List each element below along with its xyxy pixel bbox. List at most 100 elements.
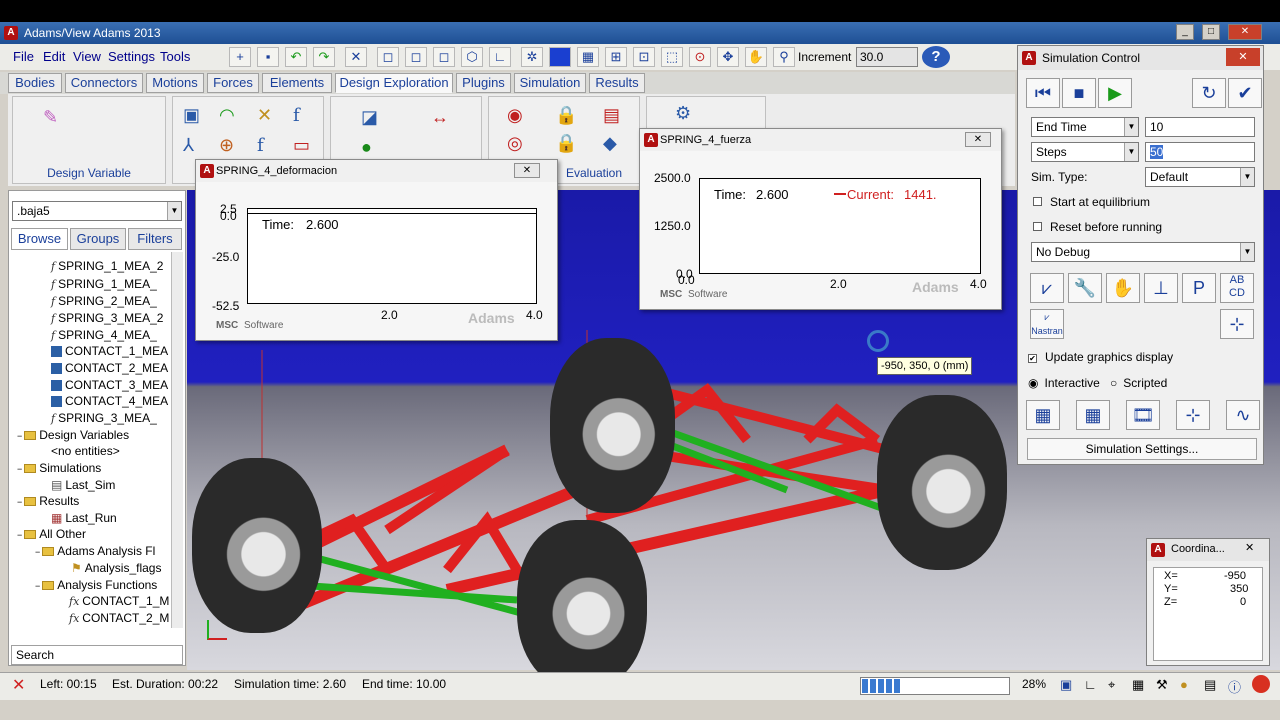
animation-icon[interactable]: 🎞 [1126, 400, 1160, 430]
axis-icon[interactable]: ∟ [489, 47, 511, 67]
help-icon[interactable]: ? [922, 46, 950, 68]
undo-icon[interactable]: ↶ [285, 47, 307, 67]
menu-file[interactable]: File [13, 49, 34, 64]
abcd-icon[interactable]: AB CD [1220, 273, 1254, 303]
view-top-icon[interactable]: ◻ [405, 47, 427, 67]
tree-item[interactable]: fx CONTACT_1_M [69, 593, 169, 610]
plot-window-deformacion[interactable]: SPRING_4_deformacion A ✕ Time: 2.600 2.5… [195, 159, 558, 341]
reset-simulation-icon[interactable]: ⏮ [1026, 78, 1060, 108]
reset-before-running-checkbox[interactable]: Reset before running [1033, 220, 1162, 234]
tree-item[interactable]: CONTACT_4_MEA [51, 393, 168, 410]
distance-icon[interactable]: ↔ [431, 107, 449, 128]
tab-forces[interactable]: Forces [207, 73, 259, 93]
checkmark-icon[interactable]: ✔ [1228, 78, 1262, 108]
status-dot-icon[interactable]: ● [361, 137, 372, 158]
wrench-icon[interactable]: 🔧 [1068, 273, 1102, 303]
update-graphics-checkbox[interactable]: ✔ Update graphics display [1028, 350, 1173, 364]
maximize-button[interactable]: □ [1202, 24, 1220, 40]
interactive-radio[interactable]: ◉ Interactive [1028, 376, 1100, 390]
start-equilibrium-checkbox[interactable]: Start at equilibrium [1033, 195, 1150, 209]
compass-icon[interactable]: ⅄ [183, 135, 194, 156]
load-results-icon[interactable]: ▦ [1076, 400, 1110, 430]
replay-icon[interactable]: ↻ [1192, 78, 1226, 108]
steps-input[interactable]: 50 [1145, 142, 1255, 162]
status-icon-hammer[interactable]: ⚒ [1156, 677, 1168, 693]
status-icon-info[interactable]: ▤ [1204, 677, 1216, 693]
select-icon[interactable]: ✕ [345, 47, 367, 67]
stop-circle-icon[interactable] [1252, 675, 1270, 693]
info-icon[interactable]: ⓘ [1228, 677, 1241, 696]
tab-results[interactable]: Results [589, 73, 645, 93]
tab-bodies[interactable]: Bodies [8, 73, 62, 93]
target-run-icon[interactable]: ◎ [507, 133, 523, 154]
tree-scrollbar[interactable] [171, 252, 183, 628]
search-input[interactable]: Search [11, 645, 183, 665]
range-icon[interactable]: ⊕ [219, 135, 234, 156]
plot-icon[interactable]: ⊹ [1176, 400, 1210, 430]
zoom-box-icon[interactable]: ⊡ [633, 47, 655, 67]
zoom-area-icon[interactable]: ⬚ [661, 47, 683, 67]
end-time-input[interactable]: 10 [1145, 117, 1255, 137]
view-iso-icon[interactable]: ⬡ [461, 47, 483, 67]
measure-graph-icon[interactable]: ⊥ [1144, 273, 1178, 303]
menu-edit[interactable]: Edit [43, 49, 65, 64]
stop-x-icon[interactable]: ✕ [12, 675, 25, 695]
close-icon[interactable]: ✕ [965, 132, 991, 147]
close-icon[interactable]: ✕ [1226, 48, 1260, 66]
sensor-icon[interactable]: ⊹ [1220, 309, 1254, 339]
redo-icon[interactable]: ↷ [313, 47, 335, 67]
zoom-icon[interactable]: ⚲ [773, 47, 795, 67]
function-n-icon[interactable]: f [257, 135, 264, 156]
tree-item[interactable]: f SPRING_1_MEA_ [51, 276, 157, 293]
tree-folder[interactable]: − All Other [17, 526, 86, 543]
lock-icon[interactable]: 🔒 [555, 105, 577, 126]
cube-icon[interactable]: ◆ [603, 133, 617, 154]
tab-filters[interactable]: Filters [128, 228, 182, 250]
minimize-button[interactable]: _ [1176, 24, 1194, 40]
gear-icon[interactable]: ⚙ [675, 103, 691, 124]
save-results-icon[interactable]: ▦ [1026, 400, 1060, 430]
chart-icon[interactable]: ◪ [361, 107, 378, 128]
pan-icon[interactable]: ✋ [745, 47, 767, 67]
render-icon[interactable]: ✲ [521, 47, 543, 67]
stop-icon[interactable]: ■ [1062, 78, 1096, 108]
tree-folder[interactable]: − Analysis Functions [35, 577, 157, 594]
design-variable-icon[interactable]: ✎ [43, 107, 58, 128]
tree-item[interactable]: f SPRING_3_MEA_2 [51, 310, 163, 327]
chart-curve-icon[interactable]: ∿ [1226, 400, 1260, 430]
tree-item[interactable]: f SPRING_2_MEA_ [51, 293, 157, 310]
tab-browse[interactable]: Browse [11, 228, 68, 250]
tree-item[interactable]: ▦ Last_Run [51, 510, 117, 527]
signal-icon[interactable]: ▭ [293, 135, 310, 156]
tree-item[interactable]: fx CONTACT_2_M [69, 610, 169, 627]
tab-groups[interactable]: Groups [70, 228, 126, 250]
tree-item[interactable]: f SPRING_1_MEA_2 [51, 258, 163, 275]
tree-item[interactable]: CONTACT_3_MEA [51, 377, 168, 394]
close-icon[interactable]: ✕ [1245, 541, 1254, 554]
plot-p-icon[interactable]: P [1182, 273, 1216, 303]
tree-item[interactable]: f SPRING_4_MEA_ [51, 327, 157, 344]
end-mode-select[interactable]: End Time ▼ [1031, 117, 1139, 137]
point-measure-icon[interactable]: ✕ [257, 105, 272, 126]
model-verify-icon[interactable]: ⩗ [1030, 273, 1064, 303]
tree-item[interactable]: f SPRING_3_MEA_ [51, 410, 157, 427]
play-icon[interactable]: ▶ [1098, 78, 1132, 108]
increment-input[interactable]: 30.0 [856, 47, 918, 67]
tree-item[interactable]: CONTACT_1_MEA [51, 343, 168, 360]
tab-simulation[interactable]: Simulation [514, 73, 586, 93]
status-icon-measure[interactable]: ⌖ [1108, 677, 1115, 693]
menu-tools[interactable]: Tools [160, 49, 190, 64]
grid-icon[interactable]: ▦ [577, 47, 599, 67]
tab-elements[interactable]: Elements [262, 73, 332, 93]
tree-item[interactable]: ⚑ Analysis_flags [71, 560, 161, 577]
plot-window-fuerza[interactable]: SPRING_4_fuerza A ✕ Time: 2.600 Current:… [639, 128, 1002, 310]
steps-mode-select[interactable]: Steps ▼ [1031, 142, 1139, 162]
debug-select[interactable]: No Debug ▼ [1031, 242, 1255, 262]
tree-folder[interactable]: − Results [17, 493, 79, 510]
status-icon-axis[interactable]: ∟ [1084, 677, 1097, 692]
simulation-settings-button[interactable]: Simulation Settings... [1027, 438, 1257, 460]
status-icon-grid[interactable]: ▦ [1132, 677, 1144, 693]
status-icon-view[interactable]: ▣ [1060, 677, 1072, 693]
status-icon-light[interactable]: ● [1180, 677, 1188, 692]
scripted-radio[interactable]: ○ Scripted [1110, 376, 1167, 390]
